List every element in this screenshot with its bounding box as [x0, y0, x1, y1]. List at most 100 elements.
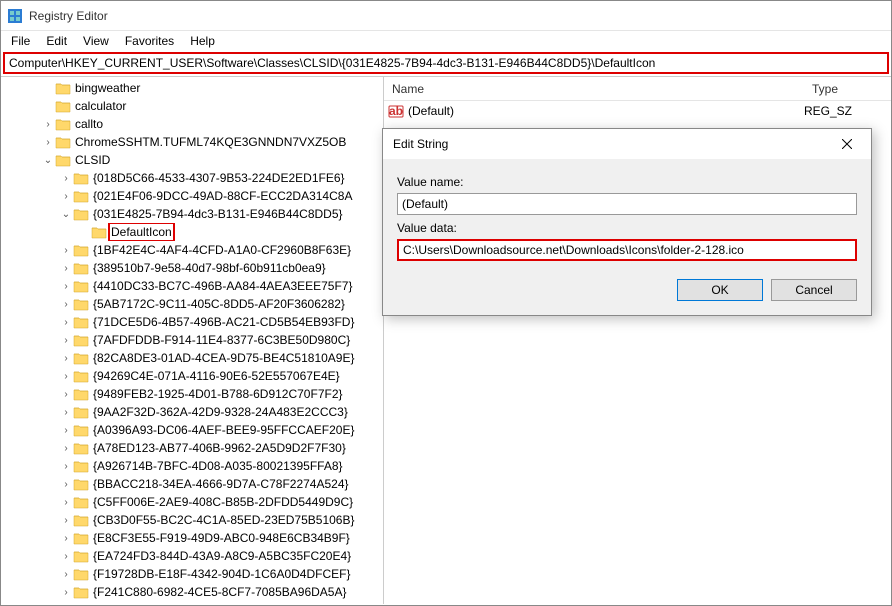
tree-item[interactable]: calculator [1, 97, 383, 115]
list-row[interactable]: ab (Default) REG_SZ [384, 101, 891, 121]
tree-item[interactable]: ›{1BF42E4C-4AF4-4CFD-A1A0-CF2960B8F63E} [1, 241, 383, 259]
tree-item-label: {389510b7-9e58-40d7-98bf-60b911cb0ea9} [93, 261, 326, 275]
chevron-right-icon[interactable]: › [59, 281, 73, 292]
value-data-input[interactable] [397, 239, 857, 261]
chevron-right-icon[interactable]: › [41, 137, 55, 148]
chevron-right-icon[interactable]: › [59, 389, 73, 400]
chevron-right-icon[interactable]: › [59, 371, 73, 382]
dialog-title-text: Edit String [393, 137, 448, 151]
chevron-right-icon[interactable]: › [59, 353, 73, 364]
tree-item[interactable]: › {389510b7-9e58-40d7-98bf-60b911cb0ea9} [1, 259, 383, 277]
titlebar: Registry Editor [1, 1, 891, 31]
col-type[interactable]: Type [804, 82, 846, 96]
tree-item[interactable]: ›{71DCE5D6-4B57-496B-AC21-CD5B54EB93FD} [1, 313, 383, 331]
folder-icon [73, 513, 89, 527]
chevron-right-icon[interactable]: › [59, 587, 73, 598]
chevron-right-icon[interactable]: › [59, 335, 73, 346]
tree-item-label: {F241C880-6982-4CE5-8CF7-7085BA96DA5A} [93, 585, 347, 599]
tree-item[interactable]: › {82CA8DE3-01AD-4CEA-9D75-BE4C51810A9E} [1, 349, 383, 367]
chevron-right-icon[interactable]: › [59, 533, 73, 544]
folder-icon [73, 297, 89, 311]
chevron-down-icon[interactable]: ⌄ [41, 155, 55, 166]
folder-icon [73, 171, 89, 185]
tree-item[interactable]: › {F241C880-6982-4CE5-8CF7-7085BA96DA5A} [1, 583, 383, 601]
chevron-right-icon[interactable]: › [59, 551, 73, 562]
chevron-right-icon[interactable]: › [59, 443, 73, 454]
chevron-right-icon[interactable]: › [59, 299, 73, 310]
menu-edit[interactable]: Edit [38, 32, 75, 50]
tree-item-label: {EA724FD3-844D-43A9-A8C9-A5BC35FC20E4} [93, 549, 351, 563]
chevron-right-icon[interactable]: › [59, 425, 73, 436]
folder-icon [73, 387, 89, 401]
folder-icon [73, 441, 89, 455]
folder-icon [73, 423, 89, 437]
menu-favorites[interactable]: Favorites [117, 32, 182, 50]
tree-item[interactable]: ⌄CLSID [1, 151, 383, 169]
tree-item-label: bingweather [75, 81, 140, 95]
chevron-right-icon[interactable]: › [59, 407, 73, 418]
close-icon[interactable] [827, 131, 867, 157]
tree-item[interactable]: ›{C5FF006E-2AE9-408C-B85B-2DFDD5449D9C} [1, 493, 383, 511]
folder-icon [73, 369, 89, 383]
tree-item[interactable]: › {A0396A93-DC06-4AEF-BEE9-95FFCCAEF20E} [1, 421, 383, 439]
tree-item[interactable]: ›{A78ED123-AB77-406B-9962-2A5D9D2F7F30} [1, 439, 383, 457]
tree-item-label: {A0396A93-DC06-4AEF-BEE9-95FFCCAEF20E} [93, 423, 354, 437]
menu-help[interactable]: Help [182, 32, 223, 50]
ok-button[interactable]: OK [677, 279, 763, 301]
chevron-right-icon[interactable]: › [59, 245, 73, 256]
address-bar[interactable]: Computer\HKEY_CURRENT_USER\Software\Clas… [3, 52, 889, 74]
folder-icon [55, 135, 71, 149]
tree-item[interactable]: ›{CB3D0F55-BC2C-4C1A-85ED-23ED75B5106B} [1, 511, 383, 529]
tree-item[interactable]: › {018D5C66-4533-4307-9B53-224DE2ED1FE6} [1, 169, 383, 187]
chevron-right-icon[interactable]: › [59, 263, 73, 274]
tree-item-label: {5AB7172C-9C11-405C-8DD5-AF20F3606282} [93, 297, 345, 311]
chevron-right-icon[interactable]: › [59, 497, 73, 508]
tree-item[interactable]: ›{FA372A6E-149F-4E95-832D-8F698D40AD7F} [1, 601, 383, 604]
cancel-button[interactable]: Cancel [771, 279, 857, 301]
tree-item-label: ChromeSSHTM.TUFML74KQE3GNNDN7VXZ5OB [75, 135, 346, 149]
tree-item[interactable]: › {9489FEB2-1925-4D01-B788-6D912C70F7F2} [1, 385, 383, 403]
tree-panel[interactable]: bingweather calculator›callto › ChromeSSHTM… [1, 77, 384, 604]
tree-item[interactable]: ›{4410DC33-BC7C-496B-AA84-4AEA3EEE75F7} [1, 277, 383, 295]
dialog-titlebar[interactable]: Edit String [383, 129, 871, 159]
tree-item[interactable]: DefaultIcon [1, 223, 383, 241]
folder-icon [55, 81, 71, 95]
chevron-down-icon[interactable]: ⌄ [59, 209, 73, 220]
tree-item[interactable]: ›{021E4F06-9DCC-49AD-88CF-ECC2DA314C8A [1, 187, 383, 205]
tree-item[interactable]: bingweather [1, 79, 383, 97]
value-name-label: Value name: [397, 175, 857, 189]
tree-item[interactable]: › {EA724FD3-844D-43A9-A8C9-A5BC35FC20E4} [1, 547, 383, 565]
folder-icon [73, 333, 89, 347]
menu-view[interactable]: View [75, 32, 117, 50]
chevron-right-icon[interactable]: › [59, 191, 73, 202]
tree-item[interactable]: ›callto [1, 115, 383, 133]
tree-item-label: {018D5C66-4533-4307-9B53-224DE2ED1FE6} [93, 171, 345, 185]
tree-item-label: {82CA8DE3-01AD-4CEA-9D75-BE4C51810A9E} [93, 351, 355, 365]
chevron-right-icon[interactable]: › [59, 569, 73, 580]
chevron-right-icon[interactable]: › [59, 515, 73, 526]
tree-item[interactable]: › {5AB7172C-9C11-405C-8DD5-AF20F3606282} [1, 295, 383, 313]
tree-item[interactable]: › ChromeSSHTM.TUFML74KQE3GNNDN7VXZ5OB [1, 133, 383, 151]
chevron-right-icon[interactable]: › [59, 317, 73, 328]
menu-file[interactable]: File [3, 32, 38, 50]
svg-text:ab: ab [389, 104, 403, 118]
tree-item[interactable]: ›{94269C4E-071A-4116-90E6-52E557067E4E} [1, 367, 383, 385]
tree-item[interactable]: ›{A926714B-7BFC-4D08-A035-80021395FFA8} [1, 457, 383, 475]
tree-item[interactable]: ⌄{031E4825-7B94-4dc3-B131-E946B44C8DD5} [1, 205, 383, 223]
tree-item[interactable]: ›{7AFDFDDB-F914-11E4-8377-6C3BE50D980C} [1, 331, 383, 349]
value-name-input[interactable] [397, 193, 857, 215]
folder-icon [73, 405, 89, 419]
tree-item-label: {9489FEB2-1925-4D01-B788-6D912C70F7F2} [93, 387, 343, 401]
tree-item[interactable]: ›{9AA2F32D-362A-42D9-9328-24A483E2CCC3} [1, 403, 383, 421]
chevron-right-icon[interactable]: › [59, 173, 73, 184]
tree-item[interactable]: ›{BBACC218-34EA-4666-9D7A-C78F2274A524} [1, 475, 383, 493]
chevron-right-icon[interactable]: › [41, 119, 55, 130]
folder-icon [73, 531, 89, 545]
window-title: Registry Editor [29, 9, 108, 23]
tree-item[interactable]: ›{F19728DB-E18F-4342-904D-1C6A0D4DFCEF} [1, 565, 383, 583]
chevron-right-icon[interactable]: › [59, 461, 73, 472]
col-name[interactable]: Name [384, 82, 804, 96]
folder-icon [73, 351, 89, 365]
chevron-right-icon[interactable]: › [59, 479, 73, 490]
tree-item[interactable]: ›{E8CF3E55-F919-49D9-ABC0-948E6CB34B9F} [1, 529, 383, 547]
